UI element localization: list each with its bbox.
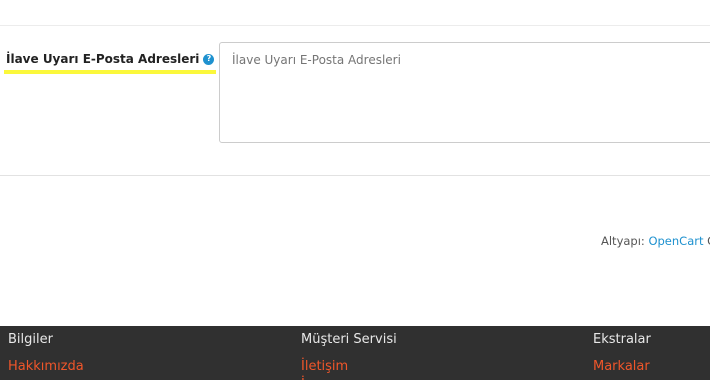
field-label-text: İlave Uyarı E-Posta Adresleri xyxy=(6,52,200,66)
powered-by-prefix: Altyapı: xyxy=(601,234,649,248)
footer-link-contact[interactable]: İletişim xyxy=(301,359,348,374)
form-bottom-divider xyxy=(0,175,710,176)
site-footer: Bilgiler Hakkımızda Müşteri Servisi İlet… xyxy=(0,326,710,380)
label-highlight xyxy=(4,70,216,74)
footer-link-brands[interactable]: Markalar xyxy=(593,359,650,374)
additional-alert-emails-label: İlave Uyarı E-Posta Adresleri ? xyxy=(6,52,215,66)
opencart-link[interactable]: OpenCart xyxy=(648,234,703,248)
powered-by-trailing: C xyxy=(703,234,710,248)
footer-heading-customer-service: Müşteri Servisi xyxy=(301,332,397,347)
question-circle-icon[interactable]: ? xyxy=(203,53,215,65)
footer-link-about-us[interactable]: Hakkımızda xyxy=(8,359,84,374)
footer-heading-info: Bilgiler xyxy=(8,332,53,347)
powered-by-text: Altyapı: OpenCart C xyxy=(601,234,710,248)
footer-heading-extras: Ekstralar xyxy=(593,332,651,347)
additional-alert-emails-textarea[interactable] xyxy=(219,42,710,143)
